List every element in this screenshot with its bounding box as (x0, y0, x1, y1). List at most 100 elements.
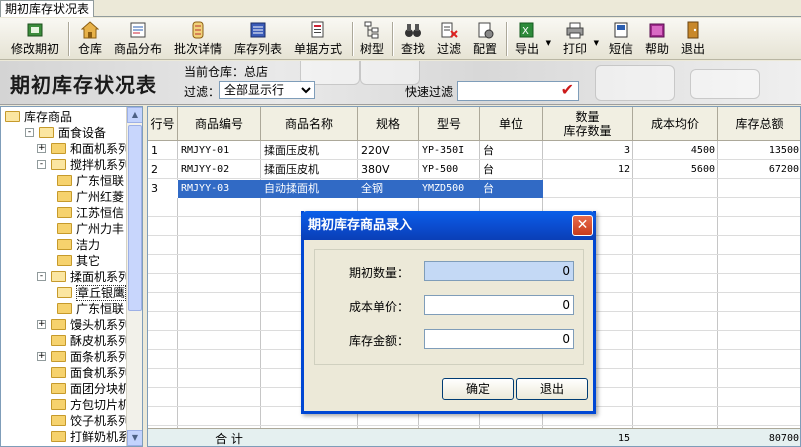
tree-item[interactable]: 面团分块机系列 (1, 381, 142, 397)
table-row[interactable]: 1 RMJYY-01 揉面压皮机 220V YP-350I 台 3 4500 13500 (148, 142, 800, 160)
column-header[interactable]: 行号 (148, 107, 178, 141)
tree-item-label: 和面机系列 (70, 142, 131, 156)
total-quantity: 15 (617, 433, 630, 444)
ok-button[interactable]: 确定 (442, 378, 514, 400)
unit-cost-input[interactable]: 0 (424, 295, 574, 315)
help-icon (648, 21, 666, 39)
table-row[interactable]: 2 RMJYY-02 揉面压皮机 380V YP-500 台 12 5600 67200 (148, 161, 800, 179)
print-button[interactable]: 打印 ▼ (560, 20, 599, 58)
tab-opening-inventory[interactable]: 期初库存状况表 (0, 0, 95, 17)
tree-item[interactable]: - 面食设备 (1, 125, 127, 141)
tree-item[interactable]: 洁力 (1, 237, 127, 253)
folder-icon (51, 399, 66, 410)
cell-unit: 台 (483, 163, 494, 176)
tree-item[interactable]: + 面条机系列 (1, 349, 131, 365)
tree-item-label: 其它 (76, 254, 101, 268)
folder-icon (57, 239, 72, 250)
table-row[interactable]: 3 RMJYY-03 自动揉面机 全钢 YMZD500 台 (148, 180, 800, 198)
cancel-button[interactable]: 退出 (516, 378, 588, 400)
tree-item-label: 面条机系列 (70, 350, 131, 364)
column-header[interactable]: 库存总额 (718, 107, 800, 141)
category-tree: 库存商品 - 面食设备 + 和面机系列 - 搅拌机系列 广东恒联 广州红菱 江苏恒信 广州力丰 洁力其… (0, 106, 143, 447)
tree-item[interactable]: 广东恒联 (1, 301, 127, 317)
folder-icon (57, 303, 72, 314)
filter-button[interactable]: 过滤 (434, 20, 464, 58)
cell-price: 4500 (690, 145, 715, 156)
cell-total: 13500 (768, 145, 799, 156)
inventory-list-button[interactable]: 库存列表 (232, 20, 284, 58)
filter-select[interactable]: 全部显示行 (219, 81, 315, 99)
toolbar: 修改期初 仓库 商品分布 批次详情 库存列表 单据方式 树型 查找 过滤 配置 … (0, 18, 801, 60)
expand-icon[interactable]: + (37, 144, 46, 153)
expand-icon[interactable]: + (37, 320, 46, 329)
tree-item[interactable]: 饺子机系列 (1, 413, 130, 429)
tree-item-label: 广东恒联 (76, 174, 125, 188)
expand-icon[interactable]: + (37, 352, 46, 361)
warehouse-icon (80, 21, 100, 39)
tree-scrollbar[interactable]: ▲ ▼ (126, 107, 142, 446)
inventory-amount-input[interactable]: 0 (424, 329, 574, 349)
export-button[interactable]: X 导出 ▼ (512, 20, 551, 58)
config-button[interactable]: 配置 (470, 20, 500, 58)
product-distribution-button[interactable]: 商品分布 (112, 20, 164, 58)
close-icon[interactable]: ✕ (572, 215, 593, 236)
scroll-thumb[interactable] (128, 125, 142, 311)
column-header[interactable]: 规格 (358, 107, 419, 141)
edit-opening-button[interactable]: 修改期初 (6, 20, 64, 58)
column-header[interactable]: 商品编号 (178, 107, 261, 141)
cell-unit: 台 (483, 144, 494, 157)
tree-item[interactable]: 章丘银鹰 (1, 285, 127, 301)
find-button[interactable]: 查找 (398, 20, 428, 58)
export-dropdown-arrow-icon[interactable]: ▼ (546, 39, 551, 47)
column-header[interactable]: 成本均价 (633, 107, 718, 141)
quick-filter-label: 快速过滤 (405, 85, 454, 99)
tree-item[interactable]: 广州力丰 (1, 221, 127, 237)
print-dropdown-arrow-icon[interactable]: ▼ (594, 39, 599, 47)
tree-item[interactable]: 江苏恒信 (1, 205, 127, 221)
binoculars-icon (404, 21, 422, 39)
list-icon (249, 21, 267, 39)
opening-quantity-input[interactable]: 0 (424, 261, 574, 281)
tree-item[interactable]: - 揉面机系列 (1, 269, 130, 285)
svg-text:X: X (522, 26, 529, 37)
current-warehouse-label: 当前仓库：总店 (184, 65, 269, 79)
toolbar-separator (392, 22, 394, 56)
collapse-icon[interactable]: - (37, 160, 46, 169)
tab-strip: 期初库存状况表 (0, 0, 801, 17)
tree-item[interactable]: 方包切片机系列 (1, 397, 142, 413)
scroll-up-arrow-icon[interactable]: ▲ (127, 107, 142, 123)
column-header[interactable]: 型号 (419, 107, 480, 141)
tree-item[interactable]: 库存商品 (1, 109, 127, 125)
keyboard-key-decoration (690, 69, 760, 99)
tree-view-button[interactable]: 树型 (358, 20, 386, 58)
document-mode-button[interactable]: 单据方式 (292, 20, 344, 58)
collapse-icon[interactable]: - (37, 272, 46, 281)
tree-item[interactable]: - 搅拌机系列 (1, 157, 130, 173)
collapse-icon[interactable]: - (25, 128, 34, 137)
checkmark-icon[interactable]: ✔ (561, 80, 574, 99)
cell-unit: 台 (480, 180, 543, 198)
tree-item[interactable]: 面食机系列 (1, 365, 130, 381)
tree-item[interactable]: 广东恒联 (1, 173, 127, 189)
column-header[interactable]: 单位 (480, 107, 543, 141)
column-header[interactable]: 商品名称 (261, 107, 358, 141)
folder-icon (51, 383, 66, 394)
batch-details-button[interactable]: 批次详情 (172, 20, 224, 58)
tree-item[interactable]: + 和面机系列 (1, 141, 131, 157)
tree-item-label: 面食设备 (58, 126, 107, 140)
tree-item[interactable]: 广州红菱 (1, 189, 127, 205)
exit-button[interactable]: 退出 (678, 20, 708, 58)
column-header[interactable]: 数量 库存数量 (543, 107, 633, 141)
sms-button[interactable]: 短信 (606, 20, 636, 58)
warehouse-button[interactable]: 仓库 (74, 20, 106, 58)
tree-item-label: 章丘银鹰 (76, 285, 127, 301)
total-amount: 80700 (768, 433, 799, 444)
tree-item[interactable]: 酥皮机系列 (1, 333, 130, 349)
tree-item[interactable]: 打鲜奶机系列 (1, 429, 142, 445)
tree-item[interactable]: 其它 (1, 253, 127, 269)
scroll-down-arrow-icon[interactable]: ▼ (127, 430, 142, 446)
quick-filter-input[interactable]: ✔ (457, 80, 579, 101)
help-button[interactable]: 帮助 (642, 20, 672, 58)
cell-name: 揉面压皮机 (264, 144, 319, 157)
tree-item[interactable]: + 馒头机系列 (1, 317, 130, 333)
